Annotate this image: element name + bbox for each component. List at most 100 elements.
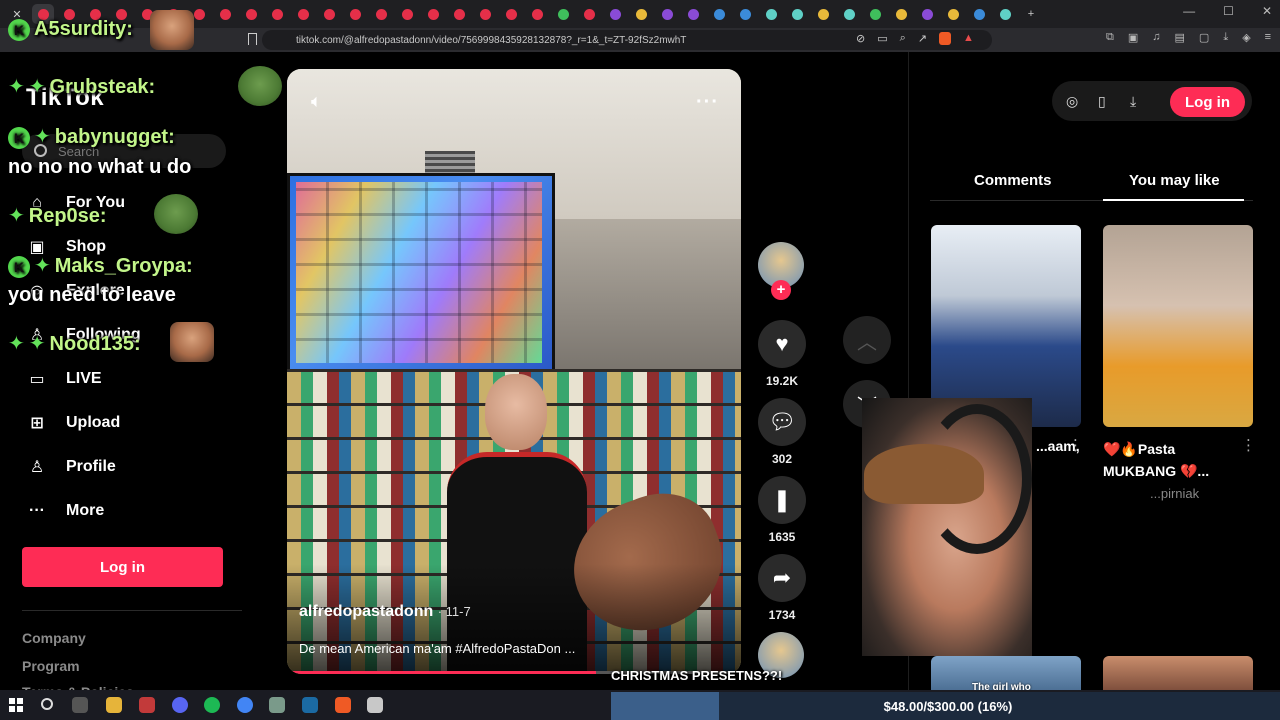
recommended-video-thumbnail[interactable]	[931, 225, 1081, 427]
task-view-icon[interactable]	[72, 697, 88, 713]
coin-icon[interactable]: ◎	[1066, 93, 1078, 110]
search-icon[interactable]	[41, 698, 53, 710]
recommended-video-title[interactable]: ❤️🔥Pasta MUKBANG 💔...	[1103, 438, 1238, 482]
video-description[interactable]: De mean American ma'am #AlfredoPastaDon …	[299, 641, 575, 656]
vpn-icon[interactable]: ◈	[1242, 31, 1250, 44]
share-arrow-icon[interactable]: ➦	[758, 554, 806, 602]
browser-tab[interactable]	[578, 4, 600, 24]
cast-icon[interactable]: ⊘	[856, 32, 865, 45]
spotify-icon[interactable]	[204, 697, 220, 713]
tab-comments[interactable]: Comments	[974, 172, 1052, 189]
volume-icon[interactable]: 🔈︎	[311, 91, 335, 113]
browser-tab[interactable]	[942, 4, 964, 24]
file-explorer-icon[interactable]	[106, 697, 122, 713]
screenshot-icon[interactable]: ▣	[1128, 31, 1138, 44]
browser-tab[interactable]	[708, 4, 730, 24]
browser-tab[interactable]	[838, 4, 860, 24]
minimize-icon[interactable]: —	[1183, 4, 1195, 18]
save-action[interactable]: ❚ 1635	[758, 476, 806, 544]
browser-tab[interactable]	[994, 4, 1016, 24]
nav-item-more[interactable]: ··· More	[26, 496, 104, 526]
recommended-video-thumbnail[interactable]	[1103, 656, 1253, 692]
brave-icon[interactable]	[335, 697, 351, 713]
wallet-icon[interactable]: ▢	[1199, 31, 1209, 44]
window-controls: — ☐ ✕	[1183, 4, 1272, 18]
browser-tab[interactable]	[890, 4, 912, 24]
new-tab-icon[interactable]: +	[1020, 4, 1042, 24]
browser-tab[interactable]	[864, 4, 886, 24]
zoom-icon[interactable]: ⌕	[900, 32, 906, 45]
browser-tab[interactable]	[682, 4, 704, 24]
rewards-icon[interactable]: ▲	[963, 32, 974, 45]
browser-tab[interactable]	[500, 4, 522, 24]
app-icon[interactable]	[367, 697, 383, 713]
kebab-menu-icon[interactable]: ⋮	[1241, 436, 1256, 454]
bookmark-icon[interactable]: ❚	[758, 476, 806, 524]
like-action[interactable]: ♥ 19.2K	[758, 320, 806, 388]
footer-link-program[interactable]: Program	[22, 658, 80, 674]
browser-tab[interactable]	[344, 4, 366, 24]
browser-tab[interactable]	[396, 4, 418, 24]
heart-icon[interactable]: ♥	[758, 320, 806, 368]
top-login-button[interactable]: Log in	[1170, 87, 1245, 117]
extensions-icon[interactable]: ⧉	[1106, 31, 1114, 44]
discord-icon[interactable]	[172, 697, 188, 713]
browser-tab[interactable]	[734, 4, 756, 24]
download-icon[interactable]: ⤓	[1130, 93, 1136, 110]
browser-tab[interactable]	[812, 4, 834, 24]
nav-item-upload[interactable]: ⊞ Upload	[26, 408, 120, 438]
browser-tab[interactable]	[422, 4, 444, 24]
obs-icon[interactable]	[139, 697, 155, 713]
chrome-icon[interactable]	[237, 697, 253, 713]
browser-tab[interactable]	[760, 4, 782, 24]
browser-tab[interactable]	[448, 4, 470, 24]
windows-start-icon[interactable]	[9, 698, 23, 712]
comment-icon[interactable]: 💬︎	[758, 398, 806, 446]
media-icon[interactable]: ♫	[1152, 31, 1160, 44]
video-more-icon[interactable]: ···	[696, 91, 719, 114]
bookmark-icon[interactable]	[248, 33, 257, 45]
browser-tab[interactable]	[968, 4, 990, 24]
nav-item-live[interactable]: ▭ LIVE	[26, 364, 101, 394]
footer-link-company[interactable]: Company	[22, 630, 86, 646]
device-icon[interactable]: ▯	[1098, 93, 1106, 110]
downloads-icon[interactable]: ⤓	[1223, 31, 1228, 44]
recommended-video-thumbnail[interactable]	[1103, 225, 1253, 427]
share-icon[interactable]: ↗	[918, 32, 927, 45]
browser-tab[interactable]	[266, 4, 288, 24]
recommended-video-author[interactable]: ...pirniak	[1150, 486, 1199, 501]
kebab-menu-icon[interactable]: ⋮	[1068, 436, 1083, 454]
tab-you-may-like[interactable]: You may like	[1129, 172, 1220, 189]
menu-icon[interactable]: ≡	[1265, 31, 1271, 44]
browser-tab[interactable]	[214, 4, 236, 24]
browser-tab[interactable]	[656, 4, 678, 24]
brave-shield-icon[interactable]	[939, 32, 952, 45]
close-window-icon[interactable]: ✕	[1262, 4, 1272, 18]
headphones-icon	[922, 404, 1032, 554]
maximize-icon[interactable]: ☐	[1223, 4, 1234, 18]
sidebar-icon[interactable]: ▤	[1175, 31, 1185, 44]
browser-tab[interactable]	[474, 4, 496, 24]
browser-tab[interactable]	[916, 4, 938, 24]
picture-in-picture-icon[interactable]: ▭	[877, 32, 887, 45]
previous-video-button[interactable]: ︿	[843, 316, 891, 364]
browser-tab[interactable]	[786, 4, 808, 24]
browser-tab[interactable]	[604, 4, 626, 24]
browser-tab[interactable]	[318, 4, 340, 24]
browser-tab[interactable]	[552, 4, 574, 24]
steam-icon[interactable]	[302, 697, 318, 713]
browser-tab[interactable]	[240, 4, 262, 24]
nav-item-profile[interactable]: ♙ Profile	[26, 452, 116, 482]
app-icon[interactable]	[269, 697, 285, 713]
browser-tab[interactable]	[370, 4, 392, 24]
browser-tab[interactable]	[630, 4, 652, 24]
video-player[interactable]: 🔈︎ ··· alfredopastadonn · 11-7 De mean A…	[287, 69, 741, 674]
comment-action[interactable]: 💬︎ 302	[758, 398, 806, 466]
sidebar-login-button[interactable]: Log in	[22, 547, 223, 587]
follow-plus-icon[interactable]: +	[771, 280, 791, 300]
browser-tab[interactable]	[292, 4, 314, 24]
browser-tab[interactable]	[526, 4, 548, 24]
share-action[interactable]: ➦ 1734	[758, 554, 806, 622]
author-name[interactable]: alfredopastadonn	[299, 603, 433, 620]
video-author[interactable]: alfredopastadonn · 11-7	[299, 603, 471, 621]
